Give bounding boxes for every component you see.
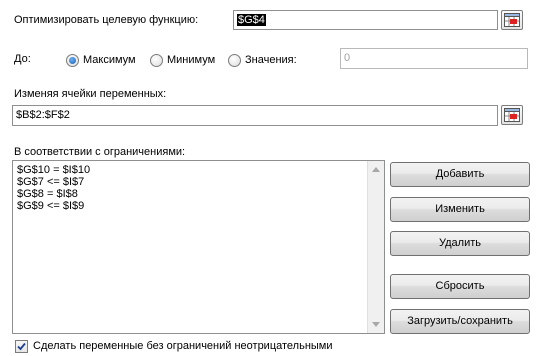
delete-button[interactable]: Удалить	[390, 231, 530, 256]
nonnegative-label[interactable]: Сделать переменные без ограничений неотр…	[33, 340, 333, 353]
scroll-down-arrow-icon[interactable]	[372, 322, 380, 327]
load-save-button[interactable]: Загрузить/сохранить	[390, 309, 530, 334]
objective-range-button[interactable]	[501, 10, 523, 30]
reset-button[interactable]: Сбросить	[390, 274, 530, 299]
value-of-input[interactable]: 0	[340, 48, 528, 69]
radio-value-of-label[interactable]: Значения:	[245, 54, 297, 67]
objective-value: $G$4	[237, 14, 266, 26]
constraints-scrollbar[interactable]	[367, 161, 384, 333]
constraint-item[interactable]: $G$8 = $I$8	[17, 188, 78, 200]
constraint-item[interactable]: $G$9 <= $I$9	[17, 200, 84, 212]
nonnegative-checkbox[interactable]	[15, 340, 28, 353]
change-button[interactable]: Изменить	[390, 197, 530, 222]
constraints-list[interactable]: $G$10 = $I$10 $G$7 <= $I$7 $G$8 = $I$8 $…	[12, 160, 385, 334]
scroll-up-arrow-icon[interactable]	[372, 167, 380, 172]
variables-range-button[interactable]	[501, 105, 523, 125]
constraint-item[interactable]: $G$10 = $I$10	[17, 164, 90, 176]
constraints-label: В соответствии с ограничениями:	[14, 146, 186, 158]
to-label: До:	[14, 53, 31, 65]
variables-label: Изменяя ячейки переменных:	[14, 88, 167, 100]
range-picker-icon	[504, 108, 520, 122]
radio-minimum[interactable]	[150, 54, 163, 67]
constraint-item[interactable]: $G$7 <= $I$7	[17, 176, 84, 188]
objective-label: Оптимизировать целевую функцию:	[14, 14, 199, 26]
variables-input[interactable]: $B$2:$F$2	[12, 105, 498, 126]
radio-maximum[interactable]	[66, 54, 79, 67]
radio-value-of[interactable]	[228, 54, 241, 67]
radio-selected-dot	[69, 57, 76, 64]
range-picker-icon	[504, 13, 520, 27]
radio-maximum-label[interactable]: Максимум	[83, 54, 136, 67]
add-button[interactable]: Добавить	[390, 162, 530, 187]
checkmark-icon	[17, 342, 26, 351]
radio-minimum-label[interactable]: Минимум	[167, 54, 215, 67]
objective-input[interactable]: $G$4	[233, 10, 498, 30]
